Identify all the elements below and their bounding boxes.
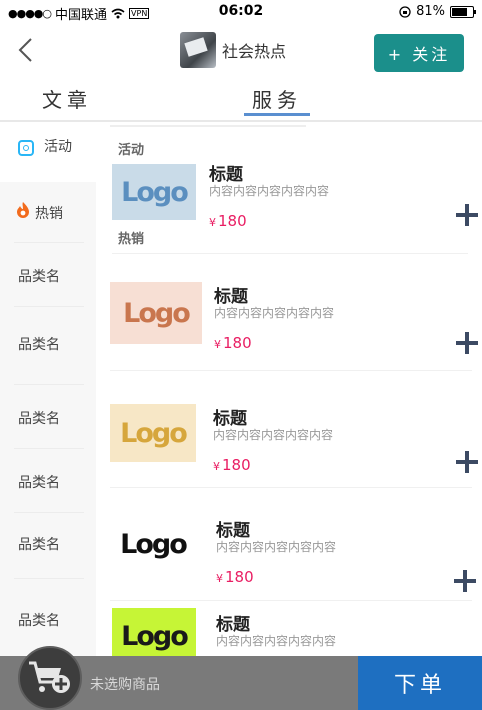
add-to-cart-button[interactable] [454,570,476,592]
add-to-cart-button[interactable] [456,332,478,354]
product-price: ¥180 [216,568,254,586]
place-order-button[interactable]: 下单 [358,656,482,710]
back-button[interactable] [14,36,38,64]
currency-symbol: ¥ [214,338,221,351]
sidebar-item-label: 品类名 [18,613,60,629]
product-logo-text: Logo [120,528,188,560]
divider [14,578,84,579]
product-price: ¥180 [213,456,251,474]
sidebar-item-category[interactable]: 品类名 [0,590,96,650]
divider [14,512,84,513]
sidebar-item-label: 品类名 [18,411,60,427]
product-price: ¥180 [209,212,247,230]
product-logo-text: Logo [121,620,189,652]
price-value: 180 [223,334,252,352]
add-to-cart-button[interactable] [456,204,478,226]
product-image: Logo [112,516,194,572]
cart-empty-hint: 未选购商品 [90,677,160,693]
sidebar-item-category[interactable]: 品类名 [0,452,96,512]
price-value: 180 [222,456,251,474]
product-item[interactable]: Logo 标题 内容内容内容内容内容 ¥180 [96,272,482,392]
divider [14,384,84,385]
page-title-group: 社会热点 [180,32,286,68]
sidebar-item-label: 品类名 [18,269,60,285]
page-title: 社会热点 [222,42,287,61]
product-item[interactable]: Logo 标题 内容内容内容内容内容 ¥180 [96,398,482,518]
active-tab-indicator [244,113,310,116]
divider [110,370,472,371]
sidebar-item-label: 活动 [44,139,72,155]
product-image: Logo [110,404,196,462]
follow-button[interactable]: + 关注 [374,34,464,72]
product-image: Logo [112,164,196,220]
product-image: Logo [110,282,202,344]
divider [110,125,306,127]
product-price: ¥180 [214,334,252,352]
fire-icon [17,202,29,218]
divider [14,242,84,243]
price-value: 180 [218,212,247,230]
divider [14,306,84,307]
sidebar-item-label: 品类名 [18,537,60,553]
sidebar-item-hot[interactable]: 热销 [0,182,96,242]
product-description: 内容内容内容内容内容 [214,306,335,320]
cart-button[interactable] [18,646,82,710]
activity-icon [18,140,34,156]
product-description: 内容内容内容内容内容 [216,634,337,648]
battery-percent: 81% [416,4,445,19]
currency-symbol: ¥ [213,460,220,473]
product-item[interactable]: Logo 标题 内容内容内容内容内容 ¥180 [96,156,482,276]
currency-symbol: ¥ [216,572,223,585]
battery-icon [450,5,476,18]
status-bar: ●●●●○ 中国联通 VPN 06:02 81% [0,0,482,24]
sidebar-item-label: 品类名 [18,475,60,491]
sidebar-item-activity[interactable]: 活动 [0,122,96,182]
rotation-lock-icon [399,5,411,18]
product-description: 内容内容内容内容内容 [216,540,337,554]
cart-add-icon [29,661,70,693]
price-value: 180 [225,568,254,586]
product-item[interactable]: Logo 标题 内容内容内容内容内容 [96,606,482,656]
product-description: 内容内容内容内容内容 [209,184,330,198]
sidebar-item-category[interactable]: 品类名 [0,246,96,306]
bottom-cart-bar: 未选购商品 下单 [0,646,482,710]
divider [14,448,84,449]
tab-bar: 文章 服务 [0,80,482,122]
top-header: 社会热点 + 关注 [0,24,482,80]
divider [110,600,472,601]
sidebar-item-label: 热销 [35,206,63,222]
sidebar-item-category[interactable]: 品类名 [0,388,96,448]
sidebar-item-category[interactable]: 品类名 [0,314,96,374]
tab-service[interactable]: 服务 [252,84,302,113]
product-logo-text: Logo [120,417,188,449]
category-sidebar: 活动 热销 品类名 品类名 品类名 品类名 品类名 品类名 [0,122,96,656]
product-description: 内容内容内容内容内容 [213,428,334,442]
sidebar-item-category[interactable]: 品类名 [0,514,96,574]
channel-avatar [180,32,216,68]
product-image: Logo [112,608,196,656]
divider [110,487,472,488]
add-to-cart-button[interactable] [456,451,478,473]
divider [112,253,468,254]
chevron-left-icon [18,38,32,62]
product-list: 活动 Logo 标题 内容内容内容内容内容 ¥180 热销 Logo 标题 内容… [96,122,482,656]
product-logo-text: Logo [121,176,189,208]
sidebar-item-label: 品类名 [18,337,60,353]
section-title-hot: 热销 [118,232,145,247]
product-logo-text: Logo [123,297,191,329]
currency-symbol: ¥ [209,216,216,229]
tab-article[interactable]: 文章 [42,84,92,113]
